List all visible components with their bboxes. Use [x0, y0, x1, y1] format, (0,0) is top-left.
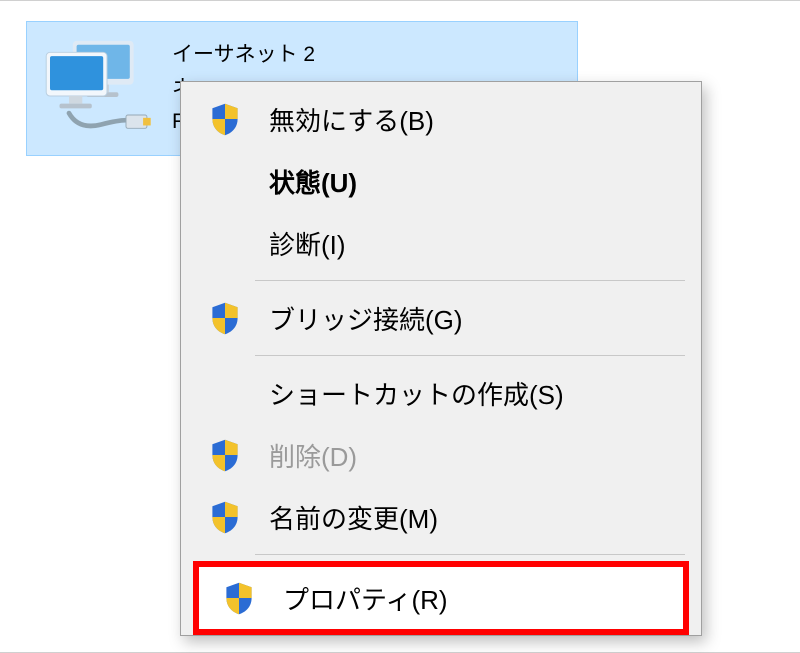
shield-icon — [205, 497, 245, 537]
menu-item-create-shortcut[interactable]: ショートカットの作成(S) — [185, 362, 697, 424]
menu-item-label: 名前の変更(M) — [269, 499, 438, 536]
context-menu: 無効にする(B) 状態(U) 診断(I) ブリッジ接続(G) ショートカットの作… — [180, 81, 702, 636]
menu-item-status[interactable]: 状態(U) — [185, 150, 697, 212]
ethernet-adapter-icon — [35, 34, 160, 139]
spacer-icon — [205, 161, 245, 201]
spacer-icon — [205, 223, 245, 263]
menu-item-label: プロパティ(R) — [283, 580, 448, 617]
shield-icon — [205, 298, 245, 338]
shield-icon — [205, 435, 245, 475]
menu-separator — [255, 554, 685, 555]
adapter-name: イーサネット 2 — [172, 38, 315, 72]
menu-item-label: ブリッジ接続(G) — [269, 300, 463, 337]
menu-item-rename[interactable]: 名前の変更(M) — [185, 486, 697, 548]
menu-item-disable[interactable]: 無効にする(B) — [185, 88, 697, 150]
menu-separator — [255, 280, 685, 281]
menu-item-bridge[interactable]: ブリッジ接続(G) — [185, 287, 697, 349]
shield-icon — [219, 578, 259, 618]
shield-icon — [205, 99, 245, 139]
menu-item-label: 無効にする(B) — [269, 101, 434, 138]
menu-item-diagnose[interactable]: 診断(I) — [185, 212, 697, 274]
highlight-annotation: プロパティ(R) — [193, 561, 689, 635]
menu-item-properties[interactable]: プロパティ(R) — [199, 567, 683, 629]
menu-item-label: 削除(D) — [269, 437, 357, 474]
spacer-icon — [205, 373, 245, 413]
menu-item-label: ショートカットの作成(S) — [269, 375, 564, 412]
menu-item-label: 状態(U) — [269, 163, 357, 200]
menu-item-delete: 削除(D) — [185, 424, 697, 486]
menu-separator — [255, 355, 685, 356]
menu-item-label: 診断(I) — [269, 225, 346, 262]
